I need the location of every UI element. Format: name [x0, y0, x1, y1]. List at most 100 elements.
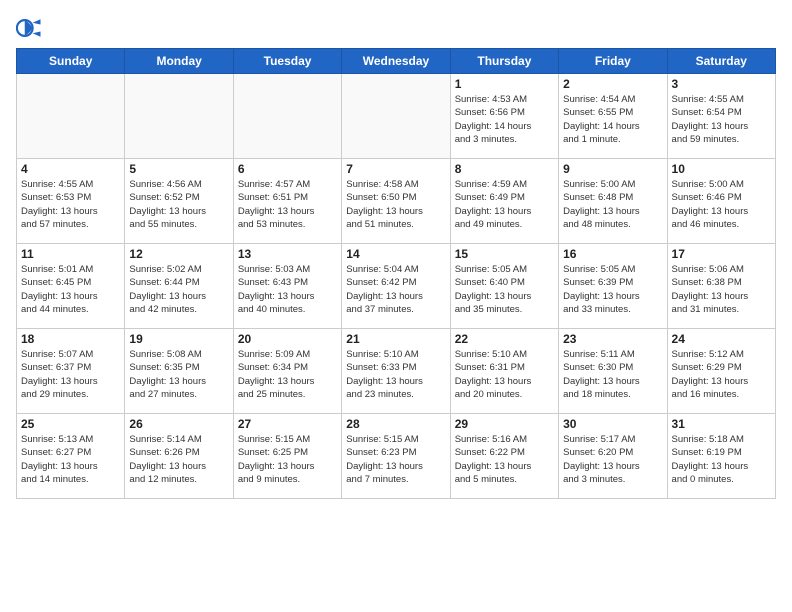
day-info: Sunrise: 5:12 AM Sunset: 6:29 PM Dayligh…: [672, 348, 771, 401]
day-number: 10: [672, 162, 771, 176]
calendar-cell: 26 Sunrise: 5:14 AM Sunset: 6:26 PM Dayli…: [125, 414, 233, 499]
calendar-header-wednesday: Wednesday: [342, 49, 450, 74]
day-number: 24: [672, 332, 771, 346]
day-number: 30: [563, 417, 662, 431]
day-info: Sunrise: 4:59 AM Sunset: 6:49 PM Dayligh…: [455, 178, 554, 231]
calendar-cell: 7 Sunrise: 4:58 AM Sunset: 6:50 PM Daylig…: [342, 159, 450, 244]
day-info: Sunrise: 5:03 AM Sunset: 6:43 PM Dayligh…: [238, 263, 337, 316]
day-info: Sunrise: 5:04 AM Sunset: 6:42 PM Dayligh…: [346, 263, 445, 316]
day-number: 7: [346, 162, 445, 176]
day-number: 4: [21, 162, 120, 176]
calendar-header-row: SundayMondayTuesdayWednesdayThursdayFrid…: [17, 49, 776, 74]
day-info: Sunrise: 5:14 AM Sunset: 6:26 PM Dayligh…: [129, 433, 228, 486]
day-number: 3: [672, 77, 771, 91]
day-info: Sunrise: 5:18 AM Sunset: 6:19 PM Dayligh…: [672, 433, 771, 486]
day-number: 31: [672, 417, 771, 431]
calendar-header-monday: Monday: [125, 49, 233, 74]
day-info: Sunrise: 4:56 AM Sunset: 6:52 PM Dayligh…: [129, 178, 228, 231]
calendar-cell: 30 Sunrise: 5:17 AM Sunset: 6:20 PM Dayli…: [559, 414, 667, 499]
day-info: Sunrise: 5:17 AM Sunset: 6:20 PM Dayligh…: [563, 433, 662, 486]
calendar-header-thursday: Thursday: [450, 49, 558, 74]
calendar-cell: 1Sunrise: 4:53 AM Sunset: 6:56 PM Daylig…: [450, 74, 558, 159]
calendar-cell: 6 Sunrise: 4:57 AM Sunset: 6:51 PM Daylig…: [233, 159, 341, 244]
day-info: Sunrise: 5:15 AM Sunset: 6:23 PM Dayligh…: [346, 433, 445, 486]
day-number: 26: [129, 417, 228, 431]
day-info: Sunrise: 5:07 AM Sunset: 6:37 PM Dayligh…: [21, 348, 120, 401]
day-number: 22: [455, 332, 554, 346]
calendar-cell: 12Sunrise: 5:02 AM Sunset: 6:44 PM Dayli…: [125, 244, 233, 329]
day-info: Sunrise: 4:55 AM Sunset: 6:53 PM Dayligh…: [21, 178, 120, 231]
day-info: Sunrise: 4:57 AM Sunset: 6:51 PM Dayligh…: [238, 178, 337, 231]
day-number: 9: [563, 162, 662, 176]
day-number: 13: [238, 247, 337, 261]
day-info: Sunrise: 5:06 AM Sunset: 6:38 PM Dayligh…: [672, 263, 771, 316]
day-info: Sunrise: 5:16 AM Sunset: 6:22 PM Dayligh…: [455, 433, 554, 486]
calendar-week-5: 25 Sunrise: 5:13 AM Sunset: 6:27 PM Dayli…: [17, 414, 776, 499]
day-info: Sunrise: 5:09 AM Sunset: 6:34 PM Dayligh…: [238, 348, 337, 401]
calendar-week-1: 1Sunrise: 4:53 AM Sunset: 6:56 PM Daylig…: [17, 74, 776, 159]
calendar-week-2: 4 Sunrise: 4:55 AM Sunset: 6:53 PM Daylig…: [17, 159, 776, 244]
calendar-week-4: 18 Sunrise: 5:07 AM Sunset: 6:37 PM Dayli…: [17, 329, 776, 414]
day-number: 16: [563, 247, 662, 261]
day-number: 8: [455, 162, 554, 176]
calendar-cell: [233, 74, 341, 159]
day-number: 29: [455, 417, 554, 431]
calendar-cell: 8 Sunrise: 4:59 AM Sunset: 6:49 PM Daylig…: [450, 159, 558, 244]
calendar-cell: 31 Sunrise: 5:18 AM Sunset: 6:19 PM Dayli…: [667, 414, 775, 499]
logo-icon: [16, 14, 44, 42]
calendar-cell: 21 Sunrise: 5:10 AM Sunset: 6:33 PM Dayli…: [342, 329, 450, 414]
logo: [16, 14, 48, 42]
day-info: Sunrise: 5:10 AM Sunset: 6:31 PM Dayligh…: [455, 348, 554, 401]
day-info: Sunrise: 5:00 AM Sunset: 6:48 PM Dayligh…: [563, 178, 662, 231]
day-info: Sunrise: 4:55 AM Sunset: 6:54 PM Dayligh…: [672, 93, 771, 146]
calendar-cell: 25 Sunrise: 5:13 AM Sunset: 6:27 PM Dayli…: [17, 414, 125, 499]
day-number: 15: [455, 247, 554, 261]
page: SundayMondayTuesdayWednesdayThursdayFrid…: [0, 0, 792, 509]
calendar-cell: 13 Sunrise: 5:03 AM Sunset: 6:43 PM Dayli…: [233, 244, 341, 329]
calendar-cell: 18 Sunrise: 5:07 AM Sunset: 6:37 PM Dayli…: [17, 329, 125, 414]
calendar-cell: 2Sunrise: 4:54 AM Sunset: 6:55 PM Daylig…: [559, 74, 667, 159]
day-number: 5: [129, 162, 228, 176]
calendar-cell: 14 Sunrise: 5:04 AM Sunset: 6:42 PM Dayli…: [342, 244, 450, 329]
calendar-cell: 11 Sunrise: 5:01 AM Sunset: 6:45 PM Dayli…: [17, 244, 125, 329]
calendar-cell: 10 Sunrise: 5:00 AM Sunset: 6:46 PM Dayli…: [667, 159, 775, 244]
calendar-header-tuesday: Tuesday: [233, 49, 341, 74]
day-number: 21: [346, 332, 445, 346]
calendar-header-sunday: Sunday: [17, 49, 125, 74]
calendar-cell: 15Sunrise: 5:05 AM Sunset: 6:40 PM Dayli…: [450, 244, 558, 329]
calendar-cell: 22 Sunrise: 5:10 AM Sunset: 6:31 PM Dayli…: [450, 329, 558, 414]
day-number: 14: [346, 247, 445, 261]
day-number: 19: [129, 332, 228, 346]
day-number: 17: [672, 247, 771, 261]
day-number: 20: [238, 332, 337, 346]
day-info: Sunrise: 5:10 AM Sunset: 6:33 PM Dayligh…: [346, 348, 445, 401]
day-info: Sunrise: 4:53 AM Sunset: 6:56 PM Dayligh…: [455, 93, 554, 146]
day-number: 6: [238, 162, 337, 176]
day-info: Sunrise: 5:15 AM Sunset: 6:25 PM Dayligh…: [238, 433, 337, 486]
day-info: Sunrise: 5:05 AM Sunset: 6:39 PM Dayligh…: [563, 263, 662, 316]
day-number: 23: [563, 332, 662, 346]
calendar-week-3: 11 Sunrise: 5:01 AM Sunset: 6:45 PM Dayli…: [17, 244, 776, 329]
header: [16, 10, 776, 42]
day-info: Sunrise: 5:01 AM Sunset: 6:45 PM Dayligh…: [21, 263, 120, 316]
day-number: 28: [346, 417, 445, 431]
calendar-cell: [17, 74, 125, 159]
day-number: 2: [563, 77, 662, 91]
calendar-cell: 27Sunrise: 5:15 AM Sunset: 6:25 PM Dayli…: [233, 414, 341, 499]
day-number: 11: [21, 247, 120, 261]
day-info: Sunrise: 4:58 AM Sunset: 6:50 PM Dayligh…: [346, 178, 445, 231]
calendar-header-saturday: Saturday: [667, 49, 775, 74]
calendar-cell: 4 Sunrise: 4:55 AM Sunset: 6:53 PM Daylig…: [17, 159, 125, 244]
calendar-cell: 17 Sunrise: 5:06 AM Sunset: 6:38 PM Dayli…: [667, 244, 775, 329]
day-info: Sunrise: 5:00 AM Sunset: 6:46 PM Dayligh…: [672, 178, 771, 231]
calendar-header-friday: Friday: [559, 49, 667, 74]
calendar-cell: 3 Sunrise: 4:55 AM Sunset: 6:54 PM Daylig…: [667, 74, 775, 159]
calendar-cell: [125, 74, 233, 159]
day-info: Sunrise: 5:08 AM Sunset: 6:35 PM Dayligh…: [129, 348, 228, 401]
calendar-cell: 19 Sunrise: 5:08 AM Sunset: 6:35 PM Dayli…: [125, 329, 233, 414]
calendar-cell: 5 Sunrise: 4:56 AM Sunset: 6:52 PM Daylig…: [125, 159, 233, 244]
calendar-cell: 24 Sunrise: 5:12 AM Sunset: 6:29 PM Dayli…: [667, 329, 775, 414]
day-info: Sunrise: 5:13 AM Sunset: 6:27 PM Dayligh…: [21, 433, 120, 486]
day-number: 25: [21, 417, 120, 431]
day-number: 18: [21, 332, 120, 346]
